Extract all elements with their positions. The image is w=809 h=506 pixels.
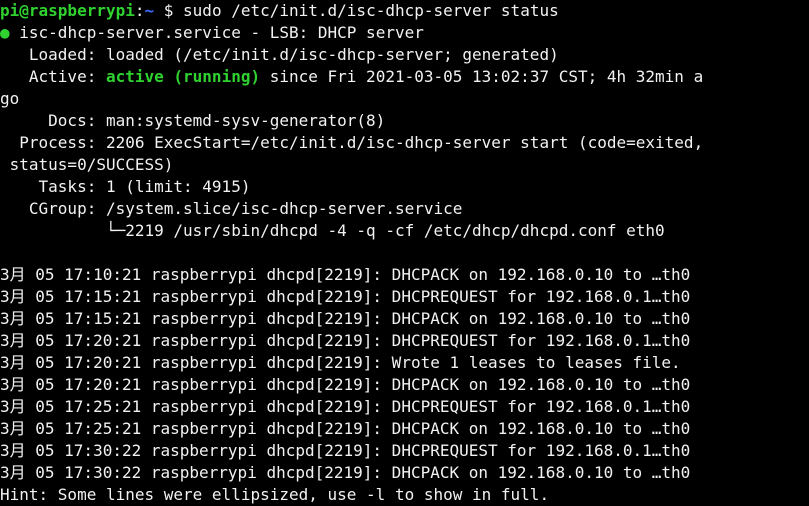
log-line: 3月 05 17:15:21 raspberrypi dhcpd[2219]: … bbox=[0, 309, 691, 328]
log-line: 3月 05 17:10:21 raspberrypi dhcpd[2219]: … bbox=[0, 265, 691, 284]
active-label: Active: bbox=[0, 67, 106, 86]
prompt-line: pi@raspberrypi:~ $ sudo /etc/init.d/isc-… bbox=[0, 0, 809, 22]
log-line: 3月 05 17:20:21 raspberrypi dhcpd[2219]: … bbox=[0, 375, 691, 394]
log-line: 3月 05 17:30:22 raspberrypi dhcpd[2219]: … bbox=[0, 463, 691, 482]
hint-line: Hint: Some lines were ellipsized, use -l… bbox=[0, 485, 550, 504]
status-dot-icon: ● bbox=[0, 23, 10, 42]
log-line: 3月 05 17:25:21 raspberrypi dhcpd[2219]: … bbox=[0, 397, 691, 416]
loaded-line: Loaded: loaded (/etc/init.d/isc-dhcp-ser… bbox=[0, 45, 559, 64]
active-since: since Fri 2021-03-05 13:02:37 CST; 4h 32… bbox=[260, 67, 704, 86]
active-state: active (running) bbox=[105, 67, 261, 86]
prompt-symbol: $ bbox=[154, 1, 174, 20]
cgroup-line: CGroup: /system.slice/isc-dhcp-server.se… bbox=[0, 199, 463, 218]
command-text: sudo /etc/init.d/isc-dhcp-server status bbox=[173, 1, 559, 20]
process-line: Process: 2206 ExecStart=/etc/init.d/isc-… bbox=[0, 133, 704, 152]
log-line: 3月 05 17:25:21 raspberrypi dhcpd[2219]: … bbox=[0, 419, 691, 438]
terminal-window[interactable]: pi@raspberrypi:~ $ sudo /etc/init.d/isc-… bbox=[0, 0, 809, 504]
tasks-line: Tasks: 1 (limit: 4915) bbox=[0, 177, 251, 196]
cgroup-child-line: └─2219 /usr/sbin/dhcpd -4 -q -cf /etc/dh… bbox=[0, 221, 665, 240]
prompt-separator: : bbox=[134, 1, 145, 20]
process-wrap-line: status=0/SUCCESS) bbox=[0, 155, 174, 174]
docs-line: Docs: man:systemd-sysv-generator(8) bbox=[0, 111, 386, 130]
log-line: 3月 05 17:20:21 raspberrypi dhcpd[2219]: … bbox=[0, 331, 691, 350]
active-line: Active: active (running) since Fri 2021-… bbox=[0, 66, 809, 88]
log-line: 3月 05 17:15:21 raspberrypi dhcpd[2219]: … bbox=[0, 287, 691, 306]
log-line: 3月 05 17:20:21 raspberrypi dhcpd[2219]: … bbox=[0, 353, 681, 372]
service-name: isc-dhcp-server.service - LSB: DHCP serv… bbox=[9, 23, 424, 42]
prompt-user-host: pi@raspberrypi bbox=[0, 1, 135, 20]
service-line: ● isc-dhcp-server.service - LSB: DHCP se… bbox=[0, 22, 809, 44]
prompt-path: ~ bbox=[144, 1, 155, 20]
active-wrap-line: go bbox=[0, 89, 20, 108]
log-line: 3月 05 17:30:22 raspberrypi dhcpd[2219]: … bbox=[0, 441, 691, 460]
